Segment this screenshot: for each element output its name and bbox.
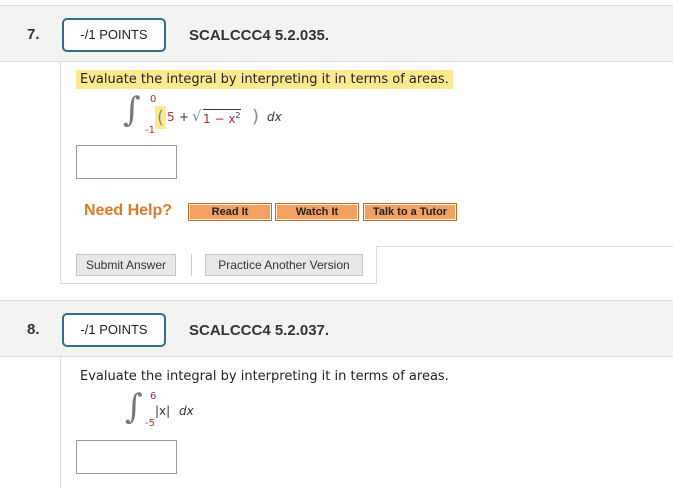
points-badge[interactable]: -/1 POINTS [62,313,166,347]
question-8-header: 8. -/1 POINTS SCALCCC4 5.2.037. [0,300,673,357]
tab-divider-right [376,246,673,247]
question-8-body: Evaluate the integral by interpreting it… [60,357,673,488]
question-number: 7. [27,26,40,43]
plus-sign: + [179,110,190,124]
radicand: 1 − x2 [203,109,241,126]
divider [191,254,192,276]
differential: dx [267,110,282,124]
question-number: 8. [27,321,40,338]
lower-limit: -1 [145,125,155,136]
question-prompt: Evaluate the integral by interpreting it… [80,369,449,384]
close-paren: ) [252,106,260,127]
submit-answer-button[interactable]: Submit Answer [76,254,176,276]
lower-limit: -5 [145,418,155,429]
talk-to-tutor-button[interactable]: Talk to a Tutor [363,203,457,221]
question-code: SCALCCC4 5.2.035. [189,27,330,44]
question-prompt: Evaluate the integral by interpreting it… [76,70,453,89]
integrand: ( [155,106,167,129]
sqrt-icon: √ [192,107,202,125]
integrand: |x| [155,404,171,418]
integral-sign: ∫ [125,387,143,427]
differential: dx [179,404,194,418]
answer-input[interactable] [76,440,177,474]
integral-sign: ∫ [123,90,141,130]
read-it-button[interactable]: Read It [188,203,272,221]
upper-limit: 0 [150,94,157,105]
question-code: SCALCCC4 5.2.037. [189,322,330,339]
tab-divider-bottom [60,283,377,284]
practice-another-version-button[interactable]: Practice Another Version [205,254,363,276]
question-7-body: Evaluate the integral by interpreting it… [60,62,673,284]
need-help-label: Need Help? [84,202,173,219]
watch-it-button[interactable]: Watch It [275,203,359,221]
tab-divider-vertical [376,246,377,283]
answer-input[interactable] [76,145,177,179]
exponent: 2 [235,111,241,120]
question-7-header: 7. -/1 POINTS SCALCCC4 5.2.035. [0,5,673,62]
points-badge[interactable]: -/1 POINTS [62,18,166,52]
radicand-expr: 1 − x [203,112,236,126]
integrand-constant: 5 [167,110,175,124]
upper-limit: 6 [150,391,157,402]
